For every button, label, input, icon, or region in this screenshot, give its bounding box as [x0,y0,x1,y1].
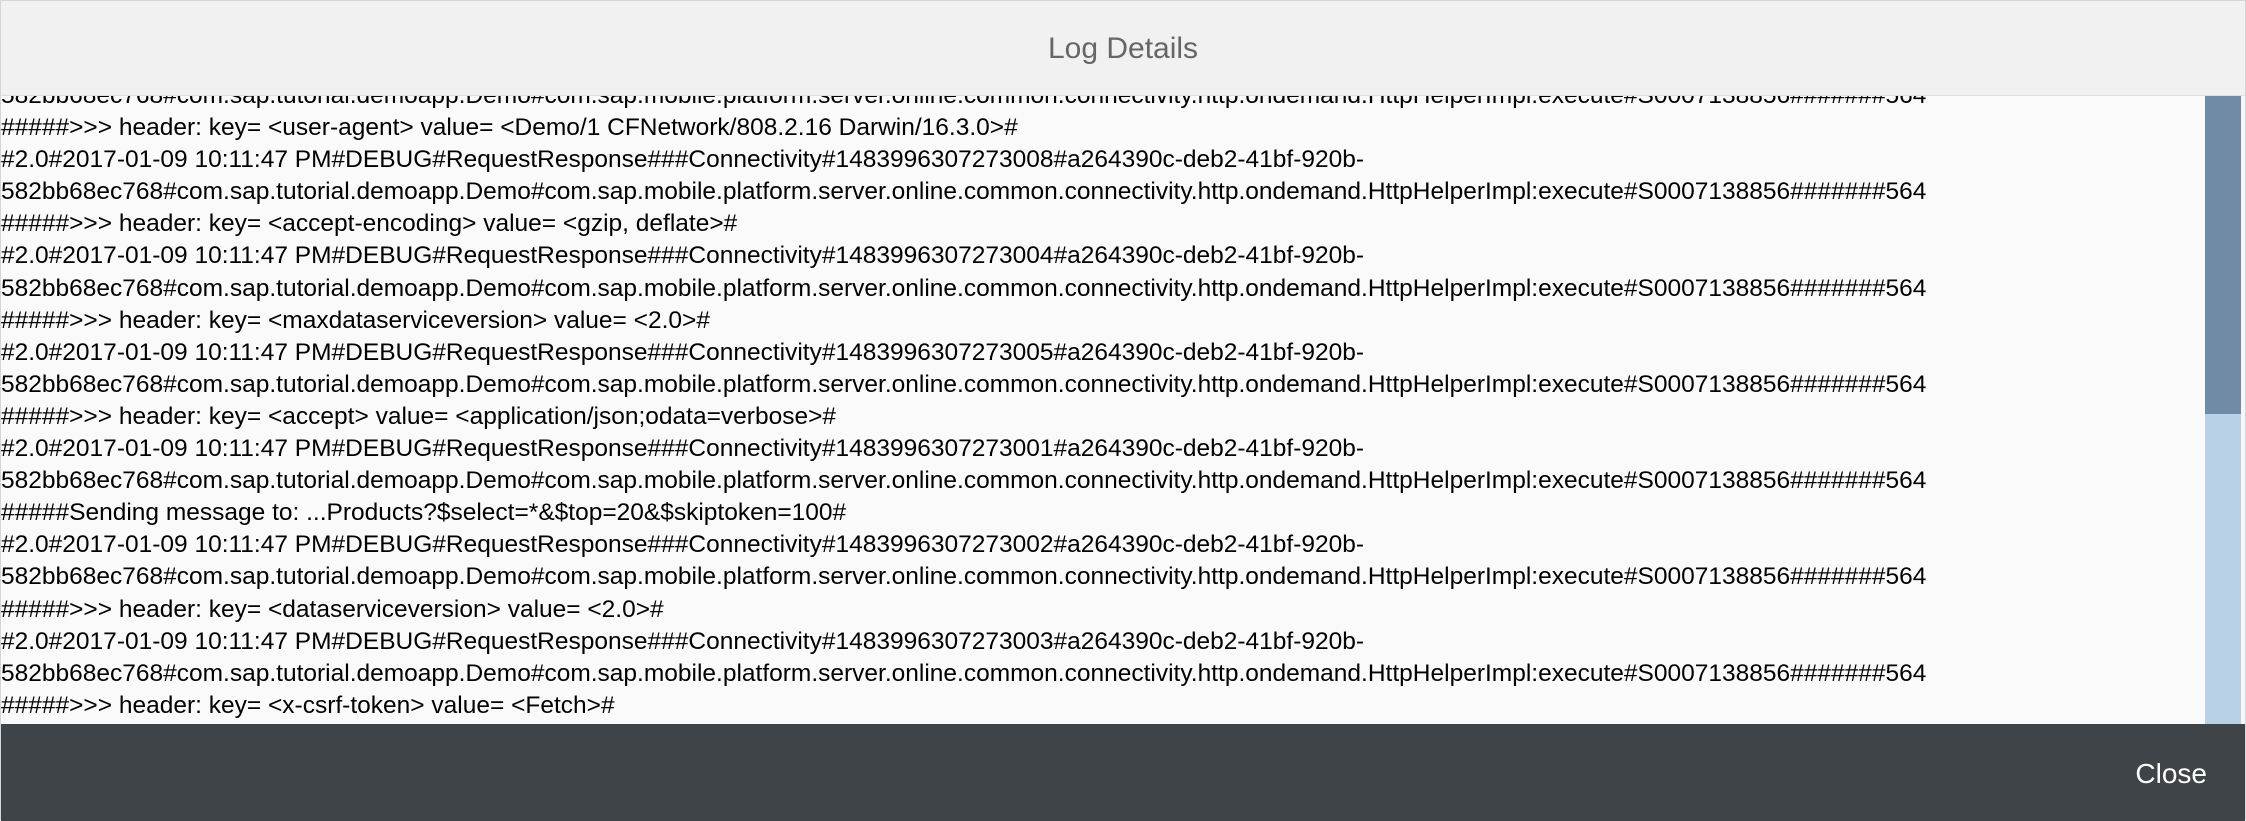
log-line: 582bb68ec768#com.sap.tutorial.demoapp.De… [1,178,1927,206]
log-line: 582bb68ec768#com.sap.tutorial.demoapp.De… [1,96,2205,112]
scrollbar-thumb[interactable] [2205,96,2241,414]
log-details-dialog: Log Details 582bb68ec768#com.sap.tutoria… [0,0,2246,821]
log-text-area[interactable]: 582bb68ec768#com.sap.tutorial.demoapp.De… [1,96,2205,724]
log-line: #2.0#2017-01-09 10:11:47 PM#DEBUG#Reques… [1,338,1365,366]
log-line: #####>>> header: key= <accept-encoding> … [1,210,738,238]
log-line: #####>>> header: key= <x-csrf-token> val… [1,691,615,719]
log-line: #####>>> header: key= <maxdataservicever… [1,306,710,334]
log-line: 582bb68ec768#com.sap.tutorial.demoapp.De… [1,370,1927,398]
close-button[interactable]: Close [2131,754,2211,794]
dialog-title: Log Details [1047,32,1199,65]
vertical-scrollbar[interactable] [2205,96,2241,724]
log-line: #####>>> header: key= <accept> value= <a… [1,402,837,430]
log-line: 582bb68ec768#com.sap.tutorial.demoapp.De… [1,274,1927,302]
log-line: #2.0#2017-01-09 10:11:47 PM#DEBUG#Reques… [1,531,1365,559]
dialog-footer: Close [1,724,2245,821]
log-line: #####>>> header: key= <dataserviceversio… [1,595,664,623]
log-line: #2.0#2017-01-09 10:11:47 PM#DEBUG#Reques… [1,146,1365,174]
log-line: 582bb68ec768#com.sap.tutorial.demoapp.De… [1,563,1927,591]
log-line: #2.0#2017-01-09 10:11:47 PM#DEBUG#Reques… [1,242,1365,270]
dialog-header: Log Details [1,1,2245,96]
log-content: 582bb68ec768#com.sap.tutorial.demoapp.De… [1,96,2205,722]
log-line: #2.0#2017-01-09 10:11:47 PM#DEBUG#Reques… [1,627,1365,655]
log-line: #####Sending message to: ...Products?$se… [1,499,847,527]
log-line: #####>>> header: key= <user-agent> value… [1,114,1018,142]
log-line: #2.0#2017-01-09 10:11:47 PM#DEBUG#Reques… [1,435,1365,463]
log-line: 582bb68ec768#com.sap.tutorial.demoapp.De… [1,659,1927,687]
log-line: 582bb68ec768#com.sap.tutorial.demoapp.De… [1,467,1927,495]
